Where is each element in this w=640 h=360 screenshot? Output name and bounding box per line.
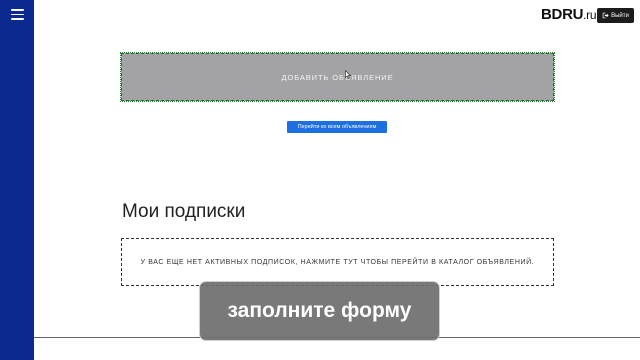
brand-logo[interactable]: BDRU.ru [541,6,597,23]
brand-name: BDRU [541,6,584,23]
brand-tld: .ru [583,8,597,22]
logout-label: Выйти [611,12,629,19]
logout-button[interactable]: Выйти [597,8,634,23]
page-title: Мои подписки [122,201,246,222]
no-subscriptions-text: У ВАС ЕЩЕ НЕТ АКТИВНЫХ ПОДПИСОК, НАЖМИТЕ… [140,258,535,266]
sidebar [0,0,34,360]
no-subscriptions-link[interactable]: У ВАС ЕЩЕ НЕТ АКТИВНЫХ ПОДПИСОК, НАЖМИТЕ… [121,238,554,286]
add-ad-button[interactable]: ДОБАВИТЬ ОБЪЯВЛЕНИЕ [120,52,555,102]
hamburger-menu-icon[interactable] [11,9,24,20]
sign-out-icon [602,12,609,19]
instruction-caption: заполните форму [199,281,440,341]
add-ad-label: ДОБАВИТЬ ОБЪЯВЛЕНИЕ [281,72,394,82]
all-ads-button[interactable]: Перейти ко всем объявлениям [287,121,387,133]
mouse-cursor-icon [345,70,351,79]
